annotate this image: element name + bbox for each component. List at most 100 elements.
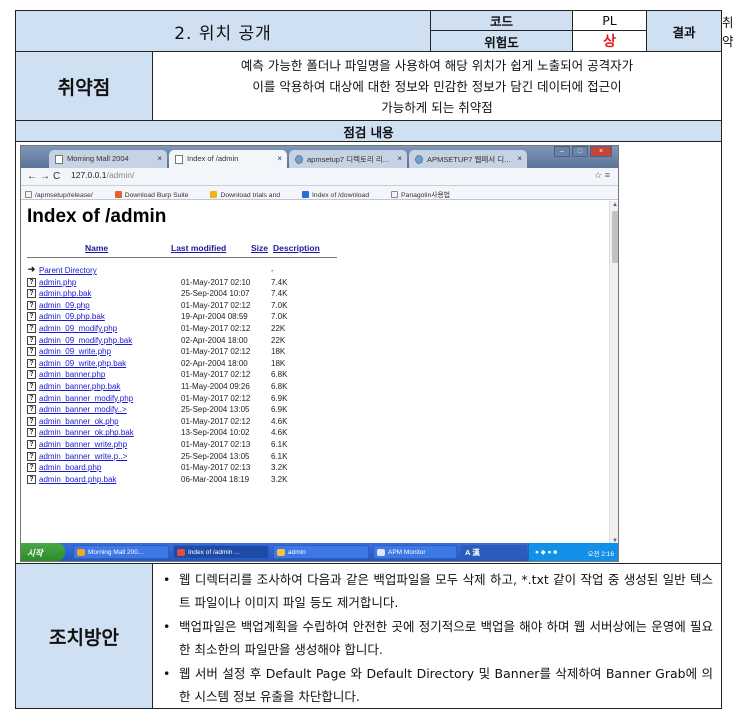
bookmark-label: Panagolin사용법 xyxy=(401,192,450,199)
scrollbar-thumb[interactable] xyxy=(612,211,618,263)
taskbar-item[interactable]: Index of /admin ... xyxy=(173,545,269,559)
folder-icon xyxy=(277,549,285,556)
url-field[interactable]: 127.0.0.1/admin/ xyxy=(71,170,134,180)
bullet-icon: • xyxy=(163,665,171,681)
taskbar-item[interactable]: APM Monitor xyxy=(373,545,457,559)
tab-label: Morning Mall 2004 xyxy=(67,154,129,163)
column-modified-header[interactable]: Last modified xyxy=(171,243,226,253)
task-label: admin xyxy=(288,549,306,556)
bullet-text: 웹 디렉터리를 조사하여 다음과 같은 백업파일을 모두 삭제 하고, *.tx… xyxy=(179,572,714,611)
monitor-icon xyxy=(377,549,385,556)
tab-morning-mall[interactable]: Morning Mall 2004 × xyxy=(49,150,167,168)
column-name-header[interactable]: Name xyxy=(85,243,108,253)
file-size: 6.1K xyxy=(271,451,288,461)
code-label: 코드 xyxy=(430,10,574,31)
close-icon[interactable]: × xyxy=(277,154,282,163)
close-icon[interactable]: × xyxy=(157,154,162,163)
scrollbar[interactable]: ▲ ▼ xyxy=(609,201,618,545)
burp-icon xyxy=(114,191,122,198)
taskbar-item[interactable]: admin xyxy=(273,545,369,559)
unknown-file-icon: ? xyxy=(27,381,36,391)
vulnerability-line: 예측 가능한 폴더나 파일명을 사용하여 해당 위치가 쉽게 노출되어 공격자가 xyxy=(240,57,634,73)
unknown-file-icon: ? xyxy=(27,347,36,357)
unknown-file-icon: ? xyxy=(27,463,36,473)
file-link[interactable]: admin_09.php.bak xyxy=(39,311,105,322)
file-row: ? admin.php.bak 25-Sep-2004 10:07 7.4K xyxy=(27,288,357,300)
bookmark-item[interactable]: Download Burp Suite xyxy=(114,191,199,199)
nav-buttons[interactable]: ←→C xyxy=(27,171,63,182)
file-link[interactable]: Parent Directory xyxy=(39,265,97,276)
close-window-icon[interactable]: × xyxy=(590,146,612,157)
file-row: ? admin_09.php 01-May-2017 02:12 7.0K xyxy=(27,300,357,312)
bookmark-item[interactable]: Index of /download xyxy=(302,191,379,199)
vulnerability-label: 취약점 xyxy=(15,51,153,121)
file-link[interactable]: admin_board.php xyxy=(39,462,101,473)
file-date: 25-Sep-2004 10:07 xyxy=(181,289,250,299)
tab-label: APMSETUP7 웹페서 디... xyxy=(427,155,511,164)
tab-index-admin[interactable]: Index of /admin × xyxy=(169,150,287,168)
unknown-file-icon: ? xyxy=(27,323,36,333)
file-link[interactable]: admin_09_write.php.bak xyxy=(39,358,126,369)
maximize-icon[interactable]: □ xyxy=(572,146,588,157)
close-icon[interactable]: × xyxy=(397,154,402,163)
file-date: 01-May-2017 02:12 xyxy=(181,347,251,357)
bookmark-item[interactable]: Download trials and xyxy=(210,191,290,199)
unknown-file-icon: ? xyxy=(27,312,36,322)
bookmark-item[interactable]: /apmsetup/release/ xyxy=(25,191,103,199)
tab-label: apmsetup7 디렉토리 리... xyxy=(307,155,390,164)
globe-icon xyxy=(415,155,423,164)
file-date: 19-Apr-2004 08:59 xyxy=(181,312,248,322)
minimize-icon[interactable]: – xyxy=(554,146,570,157)
close-icon[interactable]: × xyxy=(517,154,522,163)
bookmark-item[interactable]: Panagolin사용법 xyxy=(391,191,460,199)
file-link[interactable]: admin_banner_ok.php.bak xyxy=(39,427,134,438)
vulnerability-line: 가능하게 되는 취약점 xyxy=(381,99,493,115)
file-date: 25-Sep-2004 13:05 xyxy=(181,451,250,461)
file-link[interactable]: admin_board.php.bak xyxy=(39,474,116,485)
file-date: 01-May-2017 02:12 xyxy=(181,393,251,403)
file-date: 02-Apr-2004 18:00 xyxy=(181,358,248,368)
file-link[interactable]: admin_banner_write.php xyxy=(39,439,127,450)
scroll-up-icon[interactable]: ▲ xyxy=(612,202,618,208)
page-icon xyxy=(55,155,63,164)
file-link[interactable]: admin_banner.php.bak xyxy=(39,381,120,392)
page-heading: Index of /admin xyxy=(27,206,167,227)
file-row: ? admin_banner_write.p..> 25-Sep-2004 13:0… xyxy=(27,451,357,463)
file-row: ? admin_banner.php.bak 11-May-2004 09:26 6.… xyxy=(27,381,357,393)
tab-apmsetup7[interactable]: APMSETUP7 웹페서 디... × xyxy=(409,150,527,168)
risk-value: 상 xyxy=(572,30,648,52)
file-link[interactable]: admin_banner_modify..> xyxy=(39,404,127,415)
unknown-file-icon: ? xyxy=(27,416,36,426)
file-size: 3.2K xyxy=(271,474,288,484)
divider xyxy=(27,257,337,258)
bookmark-label: /apmsetup/release/ xyxy=(35,192,93,199)
file-link[interactable]: admin_09_modify.php.bak xyxy=(39,335,132,346)
file-date: 06-Mar-2004 18:19 xyxy=(181,474,250,484)
file-link[interactable]: admin_09_modify.php xyxy=(39,323,117,334)
file-size: - xyxy=(271,266,274,275)
file-link[interactable]: admin.php xyxy=(39,277,76,288)
start-button[interactable]: 시작 xyxy=(21,543,65,561)
file-link[interactable]: admin_banner_ok.php xyxy=(39,416,119,427)
column-description-header[interactable]: Description xyxy=(273,243,320,253)
file-link[interactable]: admin_banner_write.p..> xyxy=(39,451,127,462)
column-size-header[interactable]: Size xyxy=(251,243,268,253)
tab-apmsetup-dir[interactable]: apmsetup7 디렉토리 리... × xyxy=(289,150,407,168)
menu-icon[interactable]: ☆ ≡ xyxy=(594,170,610,181)
file-link[interactable]: admin.php.bak xyxy=(39,288,91,299)
google-icon xyxy=(295,155,303,164)
taskbar-item[interactable]: Morning Mall 200... xyxy=(73,545,169,559)
bullet-text: 웹 서버 설정 후 Default Page 와 Default Directo… xyxy=(179,665,714,705)
file-size: 7.0K xyxy=(271,312,288,322)
file-row: ? admin_banner_modify.php 01-May-2017 02:1… xyxy=(27,393,357,405)
file-link[interactable]: admin_09_write.php xyxy=(39,346,111,357)
browser-screenshot: Morning Mall 2004 × Index of /admin × apms… xyxy=(20,145,619,562)
language-bar[interactable]: A 漢 xyxy=(461,545,527,559)
file-link[interactable]: admin_banner_modify.php xyxy=(39,393,133,404)
remediation-bullet: • 웹 서버 설정 후 Default Page 와 Default Direct… xyxy=(161,662,714,708)
file-date: 01-May-2017 02:10 xyxy=(181,277,251,287)
file-link[interactable]: admin_banner.php xyxy=(39,369,105,380)
vulnerability-line: 이를 악용하여 대상에 대한 정보와 민감한 정보가 담긴 데이터에 접근이 xyxy=(252,78,622,94)
file-link[interactable]: admin_09.php xyxy=(39,300,90,311)
chrome-icon xyxy=(177,549,185,556)
